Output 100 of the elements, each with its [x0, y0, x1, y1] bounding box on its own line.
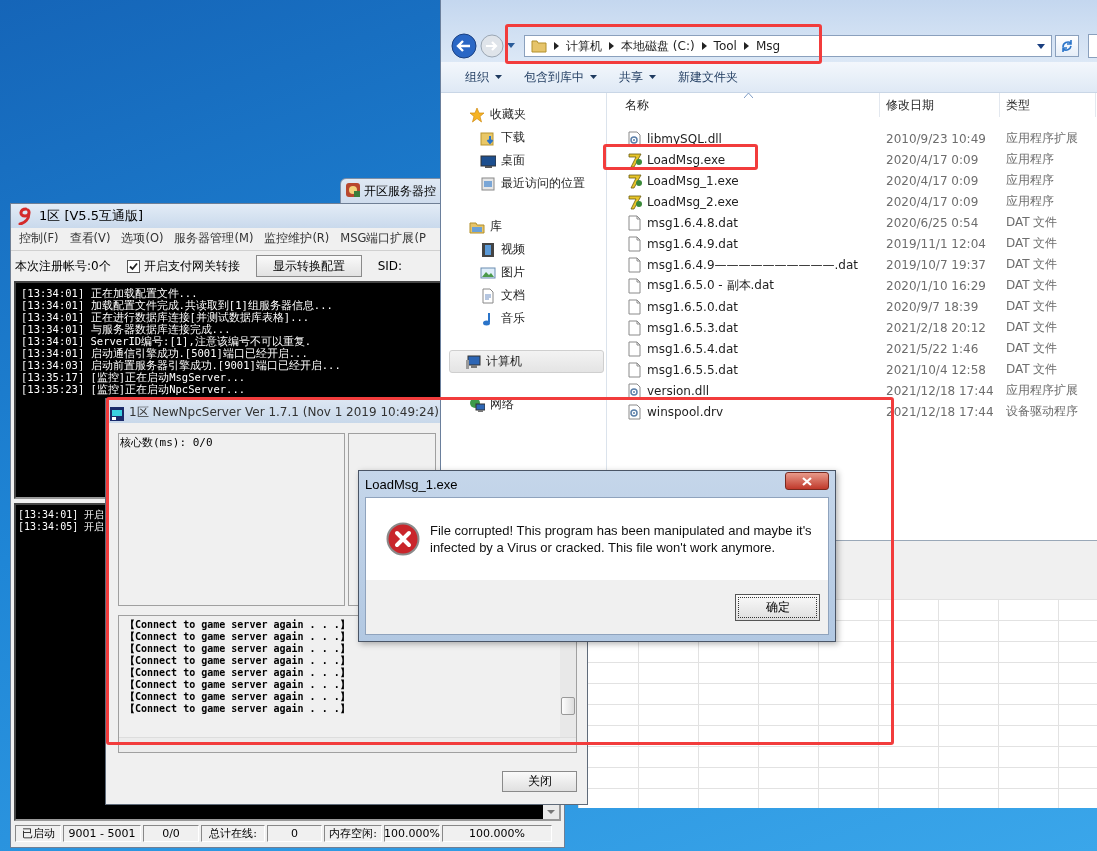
- log-line: [13:34:01] ServerID编号:[1],注意该编号不可以重复.: [21, 335, 312, 347]
- refresh-icon: [1060, 39, 1074, 53]
- column-header[interactable]: 类型: [1000, 93, 1096, 117]
- close-button[interactable]: [785, 472, 829, 490]
- close-button[interactable]: 关闭: [502, 771, 577, 792]
- caret-icon[interactable]: [1037, 43, 1045, 49]
- core-count-label: 核心数(ms): 0/0: [120, 436, 213, 449]
- swirl-logo-icon: [17, 207, 33, 225]
- file-name[interactable]: msg1.6.5.0.dat: [647, 299, 739, 314]
- file-date: 2021/10/4 12:58: [885, 362, 987, 377]
- file-date: 2020/4/17 0:09: [885, 152, 980, 167]
- status-field: 100.000%: [384, 825, 440, 842]
- nav-item[interactable]: 桌面: [449, 149, 603, 172]
- document-icon: [627, 256, 642, 273]
- menu-item[interactable]: 查看(V): [69, 231, 111, 247]
- file-name[interactable]: msg1.6.5.0 - 副本.dat: [647, 277, 774, 294]
- scroll-thumb[interactable]: [561, 697, 575, 715]
- file-type: DAT 文件: [1005, 298, 1058, 315]
- file-name[interactable]: winspool.drv: [647, 404, 724, 419]
- nav-item[interactable]: 音乐: [449, 307, 603, 330]
- sort-caret-icon: [744, 93, 753, 98]
- sid-label: SID:: [377, 259, 403, 273]
- search-field[interactable]: [1088, 34, 1097, 58]
- file-type: DAT 文件: [1005, 361, 1058, 378]
- column-header[interactable]: 修改日期: [880, 93, 1000, 117]
- document-icon: [627, 361, 642, 378]
- chevron-icon: [743, 42, 749, 50]
- status-field: 100.000%: [442, 825, 552, 842]
- registered-count-label: 本次注册帐号:0个: [15, 257, 111, 275]
- close-icon: [802, 476, 812, 486]
- chevron-icon: [701, 42, 707, 50]
- nav-item[interactable]: 下载: [449, 126, 603, 149]
- nav-item[interactable]: 库: [449, 215, 603, 238]
- menu-item[interactable]: 控制(F): [19, 231, 59, 247]
- checkbox[interactable]: [126, 259, 140, 273]
- log-line: 【Connect to game server again . . .】: [125, 703, 350, 715]
- nav-item[interactable]: 收藏夹: [449, 103, 603, 126]
- file-name[interactable]: LoadMsg_1.exe: [647, 173, 739, 188]
- column-header[interactable]: 名称: [607, 93, 880, 117]
- file-name[interactable]: msg1.6.4.8.dat: [647, 215, 739, 230]
- toolbar-menu-button[interactable]: 组织: [457, 65, 510, 89]
- ok-button[interactable]: 确定: [735, 593, 820, 621]
- show-config-button[interactable]: 显示转换配置: [255, 255, 362, 277]
- file-date: 2019/10/7 19:37: [885, 257, 987, 272]
- file-name[interactable]: msg1.6.5.4.dat: [647, 341, 739, 356]
- menu-item[interactable]: 选项(O): [121, 231, 164, 247]
- folder-icon: [531, 38, 547, 54]
- status-field: 9001 - 5001: [63, 825, 141, 842]
- file-name[interactable]: LoadMsg.exe: [647, 152, 726, 167]
- file-name[interactable]: libmySQL.dll: [647, 131, 722, 146]
- log-line: 【Connect to game server again . . .】: [125, 691, 350, 703]
- window-title: 1区 NewNpcServer Ver 1.7.1 (Nov 1 2019 10:49:24): [129, 404, 440, 421]
- back-arrow-button[interactable]: [451, 33, 477, 59]
- file-name[interactable]: version.dll: [647, 383, 710, 398]
- file-name[interactable]: LoadMsg_2.exe: [647, 194, 739, 209]
- app-icon: [627, 172, 642, 189]
- file-type: 应用程序扩展: [1005, 382, 1078, 399]
- breadcrumb-link[interactable]: 计算机: [566, 37, 602, 55]
- nav-item[interactable]: 视频: [449, 238, 603, 261]
- log-line: [13:35:17] [监控]正在启动MsgServer...: [21, 371, 246, 383]
- breadcrumb-link[interactable]: Msg: [755, 39, 781, 53]
- caret-icon[interactable]: [507, 43, 515, 49]
- file-name[interactable]: msg1.6.5.5.dat: [647, 362, 739, 377]
- gear-document-icon: [627, 130, 642, 147]
- log-line: [13:34:01] 加载配置文件完成.共读取到[1]组服务器信息...: [21, 299, 333, 311]
- download-folder-icon: [480, 129, 496, 146]
- menu-item[interactable]: 服务器管理(M): [174, 231, 254, 247]
- file-name[interactable]: msg1.6.4.9.dat: [647, 236, 739, 251]
- menu-item[interactable]: 监控维护(R): [264, 231, 330, 247]
- server-app-icon: [110, 407, 124, 421]
- status-field: 已启动: [15, 825, 61, 842]
- chevron-icon: [609, 42, 614, 50]
- file-date: 2010/9/23 10:49: [885, 131, 987, 146]
- file-name[interactable]: msg1.6.4.9——————————.dat: [647, 257, 859, 272]
- caret-icon: [495, 75, 502, 79]
- document-icon: [627, 277, 642, 294]
- toolbar-menu-button[interactable]: 新建文件夹: [670, 65, 746, 89]
- log-line: [13:34:01] 开启: [18, 509, 105, 521]
- toolbar-menu-button[interactable]: 共享: [611, 65, 664, 89]
- gear-document-icon: [627, 382, 642, 399]
- breadcrumb-link[interactable]: 本地磁盘 (C:): [621, 37, 695, 55]
- document-icon: [480, 287, 496, 304]
- nav-item[interactable]: 图片: [449, 261, 603, 284]
- document-icon: [627, 235, 642, 252]
- refresh-button[interactable]: [1055, 35, 1079, 57]
- toolbar-menu-button[interactable]: 包含到库中: [516, 65, 605, 89]
- breadcrumb-link[interactable]: Tool: [713, 39, 737, 53]
- file-type: 应用程序扩展: [1005, 130, 1078, 147]
- file-type: 应用程序: [1005, 193, 1054, 210]
- file-date: 2020/6/25 0:54: [885, 215, 980, 230]
- app-icon: [627, 151, 642, 168]
- address-bar[interactable]: 计算机 本地磁盘 (C:) Tool Msg: [524, 35, 1052, 57]
- nav-item[interactable]: 文档: [449, 284, 603, 307]
- nav-item[interactable]: 最近访问的位置: [449, 172, 603, 195]
- nav-item[interactable]: 计算机: [449, 350, 604, 373]
- menu-item[interactable]: MSG端口扩展(P: [340, 231, 426, 247]
- file-type: 应用程序: [1005, 172, 1054, 189]
- file-date: 2020/4/17 0:09: [885, 194, 980, 209]
- file-name[interactable]: msg1.6.5.3.dat: [647, 320, 739, 335]
- checkbox-label: 开启支付网关转接: [143, 257, 240, 275]
